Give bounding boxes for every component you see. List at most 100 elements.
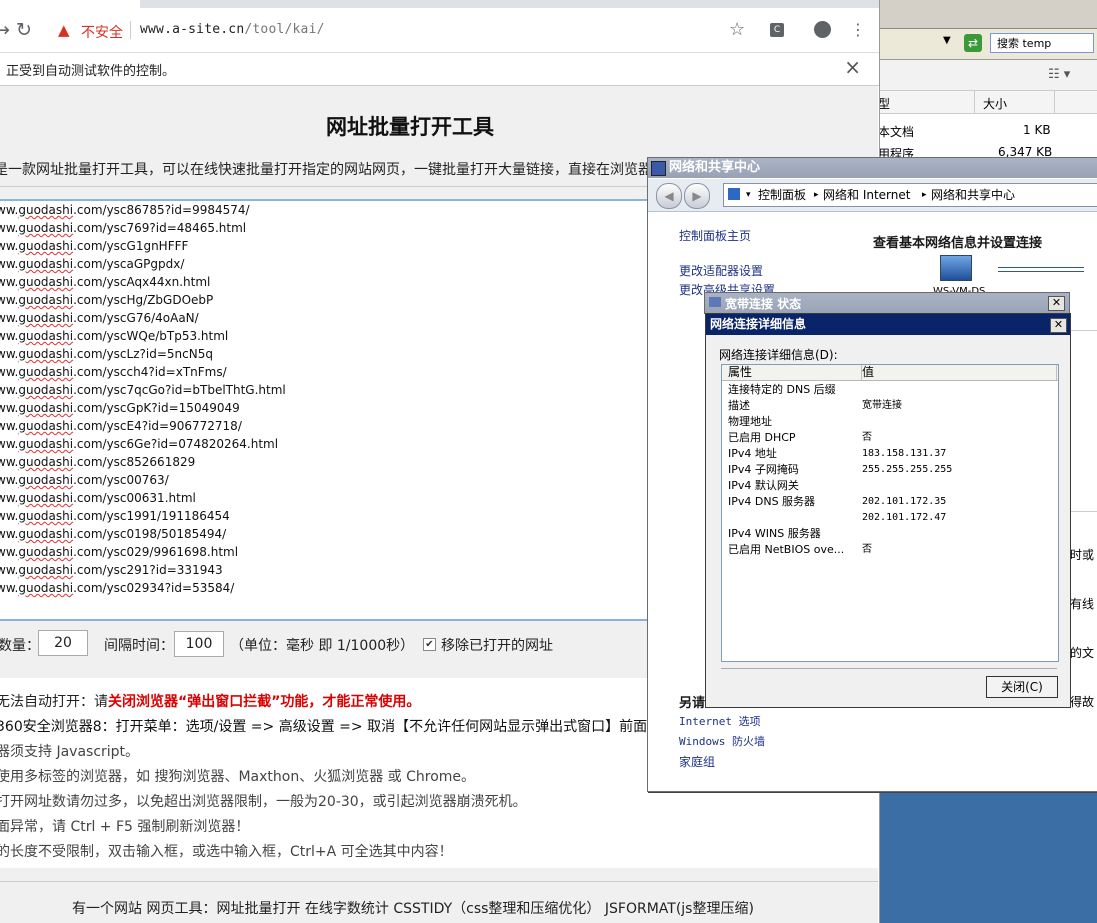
see-also-heading: 另请 bbox=[679, 696, 706, 711]
security-status-label[interactable]: 不安全 bbox=[81, 22, 123, 42]
url-path: .com/yscch4?id=xTnFms/ bbox=[73, 365, 227, 379]
chevron-down-icon[interactable]: ▾ bbox=[746, 184, 751, 206]
explorer-search-input[interactable]: 搜索 temp bbox=[990, 33, 1094, 53]
forward-arrow-icon[interactable]: → bbox=[0, 20, 10, 40]
url-path: .com/ysc86785?id=9984574/ bbox=[73, 203, 250, 217]
breadcrumb-item[interactable]: 控制面板 bbox=[758, 184, 806, 206]
section-heading: 查看基本网络信息并设置连接 bbox=[873, 236, 1043, 251]
value-column-header[interactable]: 值 bbox=[862, 365, 1057, 380]
details-row[interactable]: IPv4 WINS 服务器 bbox=[722, 526, 1058, 542]
explorer-toolbar: ☷ ▾ bbox=[880, 60, 1097, 91]
details-row[interactable]: IPv4 默认网关 bbox=[722, 478, 1058, 494]
details-row[interactable]: 202.101.172.47 bbox=[722, 510, 1058, 526]
windows-firewall-link[interactable]: Windows 防火墙 bbox=[679, 733, 765, 749]
url-path: .com/ysc1991/191186454 bbox=[73, 509, 230, 523]
url-path: .com/yscaGPgpdx/ bbox=[73, 257, 185, 271]
close-button[interactable]: 关闭(C) bbox=[986, 676, 1058, 698]
breadcrumb[interactable]: ▾ 控制面板 ▸ 网络和 Internet ▸ 网络和共享中心 bbox=[723, 183, 1097, 207]
browser-tab[interactable] bbox=[0, 0, 140, 8]
chevron-right-icon[interactable]: ▸ bbox=[814, 184, 819, 206]
url-line: ww.guodashi.com/yscG1gnHFFF bbox=[0, 239, 188, 253]
url-path: .com/ysc852661829 bbox=[73, 455, 196, 469]
url-domain: guodashi bbox=[18, 455, 74, 469]
url-path: .com/yscGpK?id=15049049 bbox=[73, 401, 240, 415]
url-domain: guodashi bbox=[18, 581, 74, 595]
size-column-header[interactable]: 大小 bbox=[983, 95, 1007, 112]
reload-icon[interactable]: ↻ bbox=[16, 20, 32, 40]
url-domain: guodashi bbox=[18, 563, 74, 577]
url-textarea[interactable]: ww.guodashi.com/ysc86785?id=9984574/ww.g… bbox=[0, 199, 660, 621]
interval-label: 间隔时间： bbox=[104, 638, 174, 654]
url-domain: guodashi bbox=[18, 545, 74, 559]
url-line: ww.guodashi.com/yscGpK?id=15049049 bbox=[0, 401, 240, 415]
count-input[interactable]: 20 bbox=[38, 630, 88, 656]
remove-opened-checkbox[interactable]: ✔ bbox=[423, 638, 436, 651]
interval-input[interactable]: 100 bbox=[174, 631, 224, 657]
profile-icon[interactable] bbox=[814, 21, 831, 38]
property-column-header[interactable]: 属性 bbox=[722, 365, 862, 380]
property-name: IPv4 地址 bbox=[728, 447, 777, 460]
url-domain: guodashi bbox=[18, 293, 74, 307]
url-path: .com/ysc02934?id=53584/ bbox=[73, 581, 235, 595]
url-line: ww.guodashi.com/yscaGPgpdx/ bbox=[0, 257, 184, 271]
chevron-right-icon[interactable]: ▸ bbox=[922, 184, 927, 206]
property-name: 连接特定的 DNS 后缀 bbox=[728, 383, 836, 396]
info-text-fragment: 的文 bbox=[1070, 646, 1095, 660]
extension-icon[interactable]: C bbox=[770, 23, 784, 37]
refresh-icon[interactable]: ⇄ bbox=[964, 34, 982, 52]
forward-icon[interactable]: ▶ bbox=[684, 183, 710, 209]
details-row[interactable]: 已启用 DHCP 否 bbox=[722, 430, 1058, 446]
property-value: 宽带连接 bbox=[862, 400, 902, 411]
url-prefix: ww. bbox=[0, 293, 19, 307]
browser-toolbar: → ↻ ▲ 不安全 www.a-site.cn/tool/kai/ ☆ C ⋮ bbox=[0, 8, 879, 53]
url-path: .com/ysc00763/ bbox=[73, 473, 169, 487]
page-footer[interactable]: 有一个网站 网页工具：网址批量打开 在线字数统计 CSSTIDY（css整理和压… bbox=[72, 898, 754, 918]
url-line: ww.guodashi.com/ysc769?id=48465.html bbox=[0, 221, 246, 235]
details-row[interactable]: 连接特定的 DNS 后缀 bbox=[722, 382, 1058, 398]
homegroup-link[interactable]: 家庭组 bbox=[679, 753, 715, 770]
url-prefix: ww. bbox=[0, 509, 19, 523]
url-path: .com/yscHg/ZbGDOebP bbox=[73, 293, 214, 307]
url-domain: guodashi bbox=[18, 383, 74, 397]
details-list-label: 网络连接详细信息(D): bbox=[719, 348, 838, 362]
details-row[interactable]: IPv4 DNS 服务器 202.101.172.35 bbox=[722, 494, 1058, 510]
details-row[interactable]: IPv4 子网掩码 255.255.255.255 bbox=[722, 462, 1058, 478]
bookmark-star-icon[interactable]: ☆ bbox=[729, 20, 745, 40]
close-icon[interactable]: × bbox=[844, 55, 861, 79]
details-row[interactable]: 已启用 NetBIOS ove... 否 bbox=[722, 542, 1058, 558]
property-name: IPv4 子网掩码 bbox=[728, 463, 799, 476]
details-row[interactable]: IPv4 地址 183.158.131.37 bbox=[722, 446, 1058, 462]
address-bar-url[interactable]: www.a-site.cn/tool/kai/ bbox=[140, 22, 325, 37]
details-list[interactable]: 属性 值 连接特定的 DNS 后缀 描述 宽带连接 物理地址 已启用 DHCP 否 IPv4… bbox=[721, 364, 1059, 662]
control-panel-home-link[interactable]: 控制面板主页 bbox=[679, 227, 751, 244]
url-prefix: ww. bbox=[0, 437, 19, 451]
url-domain: guodashi bbox=[18, 347, 74, 361]
note-prefix: 无法自动打开：请 bbox=[0, 694, 108, 710]
url-path: .com/yscG76/4oAaN/ bbox=[73, 311, 199, 325]
close-icon[interactable]: ✕ bbox=[1048, 296, 1065, 311]
details-row[interactable]: 物理地址 bbox=[722, 414, 1058, 430]
internet-options-link[interactable]: Internet 选项 bbox=[679, 713, 761, 729]
warning-icon[interactable]: ▲ bbox=[58, 21, 70, 39]
adapter-settings-link[interactable]: 更改适配器设置 bbox=[679, 262, 763, 279]
url-prefix: ww. bbox=[0, 455, 19, 469]
url-domain: guodashi bbox=[18, 509, 74, 523]
details-row[interactable]: 描述 宽带连接 bbox=[722, 398, 1058, 414]
dropdown-arrow-icon[interactable]: ▼ bbox=[943, 35, 951, 46]
url-domain: guodashi bbox=[18, 257, 74, 271]
url-prefix: ww. bbox=[0, 203, 19, 217]
menu-icon[interactable]: ⋮ bbox=[850, 20, 866, 40]
close-icon[interactable]: ✕ bbox=[1050, 318, 1067, 333]
back-icon[interactable]: ◀ bbox=[656, 183, 682, 209]
url-path: /tool/kai/ bbox=[244, 22, 325, 37]
property-value: 202.101.172.35 bbox=[862, 496, 947, 507]
view-options-icon[interactable]: ☷ ▾ bbox=[1048, 67, 1070, 82]
url-line: ww.guodashi.com/yscWQe/bTp53.html bbox=[0, 329, 228, 343]
url-domain: guodashi bbox=[18, 401, 74, 415]
breadcrumb-item[interactable]: 网络和 Internet bbox=[823, 184, 910, 206]
breadcrumb-item[interactable]: 网络和共享中心 bbox=[931, 184, 1015, 206]
remove-opened-label[interactable]: 移除已打开的网址 bbox=[441, 635, 553, 655]
note-line: 使用多标签的浏览器，如 搜狗浏览器、Maxthon、火狐浏览器 或 Chrome… bbox=[0, 769, 476, 785]
property-name: IPv4 DNS 服务器 bbox=[728, 495, 816, 508]
url-line: ww.guodashi.com/ysc0198/50185494/ bbox=[0, 527, 226, 541]
